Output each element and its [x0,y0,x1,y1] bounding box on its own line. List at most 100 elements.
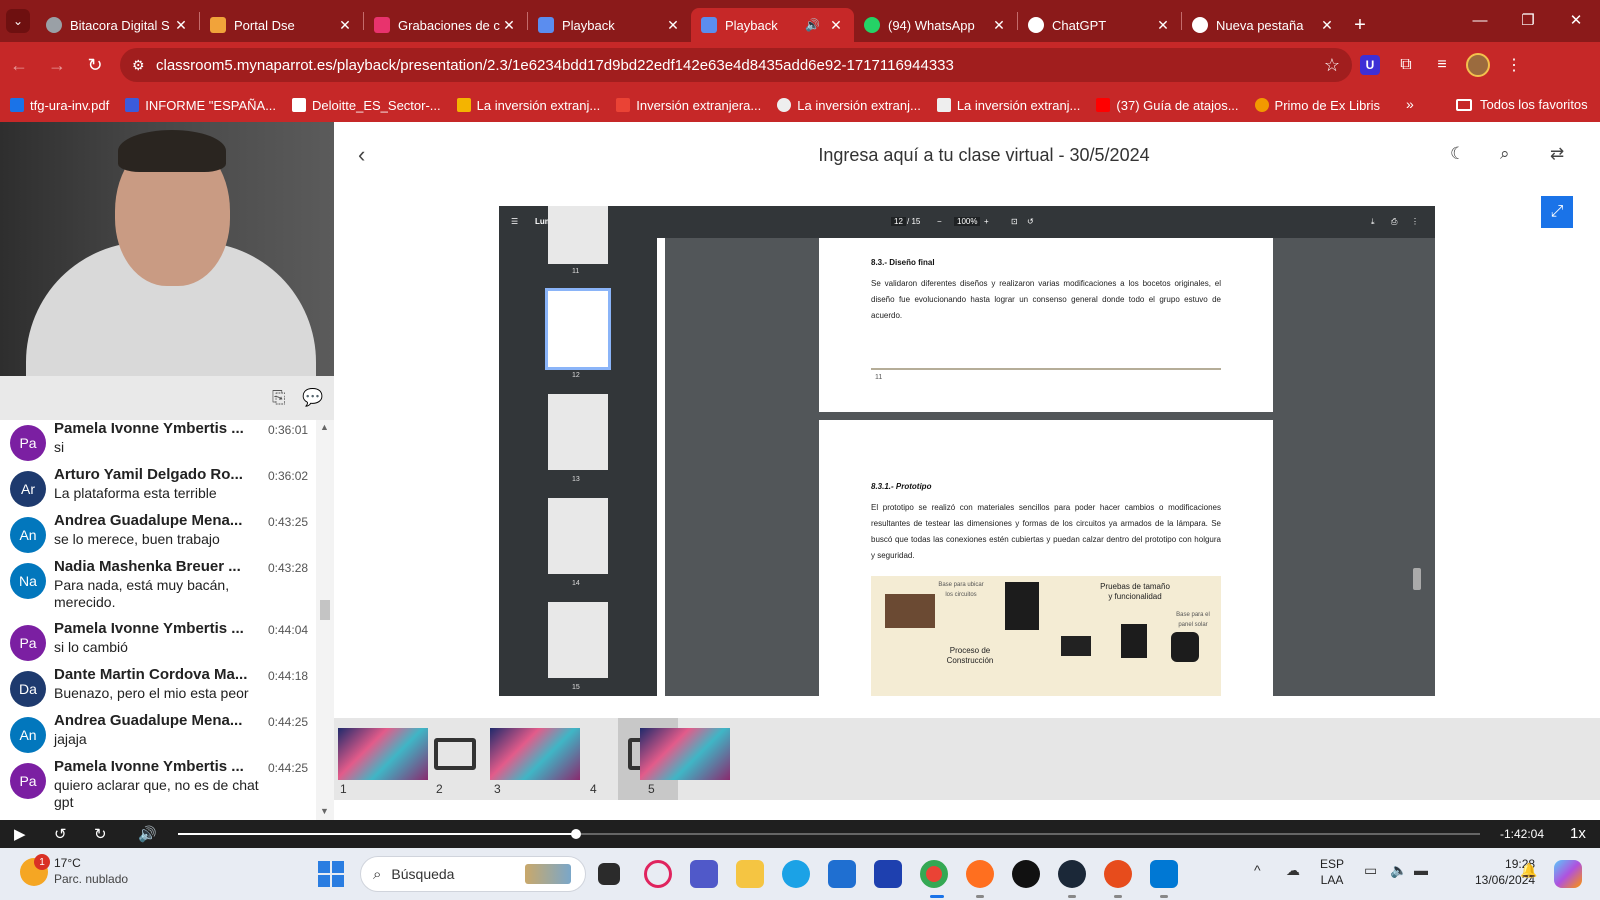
chrome-icon[interactable] [920,860,948,888]
scroll-up-icon[interactable]: ▲ [320,422,329,432]
message-time[interactable]: 0:43:25 [268,515,308,529]
minimize-icon[interactable]: — [1456,0,1504,40]
bookmark-item[interactable]: Primo de Ex Libris [1254,98,1380,113]
fullscreen-button[interactable]: ⤢ [1541,196,1573,228]
bookmark-item[interactable]: La inversión extranj... [456,98,600,113]
forward-icon[interactable]: ↻ [94,825,107,843]
copilot-icon[interactable] [1554,860,1582,888]
tab-5-active[interactable]: Playback 🔊 ✕ [691,8,854,42]
tab-1[interactable]: Bitacora Digital S ✕ [36,8,199,42]
bookmark-item[interactable]: tfg-ura-inv.pdf [10,98,109,113]
vscode-icon[interactable] [1150,860,1178,888]
network-icon[interactable]: ▭ [1364,862,1377,879]
volume-tray-icon[interactable]: 🔈 [1390,862,1407,879]
store-icon[interactable] [828,860,856,888]
message-time[interactable]: 0:44:04 [268,623,308,637]
extensions-icon[interactable]: ⧉ [1388,47,1424,83]
battery-icon[interactable]: ▬ [1414,862,1428,878]
restore-icon[interactable]: ❐ [1504,0,1552,40]
media-control-icon[interactable]: ≡ [1424,47,1460,83]
slide-thumbnail-1[interactable] [338,728,428,780]
bookmark-item[interactable]: INFORME "ESPAÑA... [125,98,276,113]
windows-start-button[interactable] [318,861,344,887]
url-field[interactable]: ⚙ classroom5.mynaparrot.es/playback/pres… [120,48,1352,82]
message-time[interactable]: 0:36:01 [268,423,308,437]
pen-app-icon[interactable] [874,860,902,888]
close-icon[interactable]: ✕ [1155,17,1171,34]
close-icon[interactable]: ✕ [991,17,1007,34]
reload-icon[interactable]: ↻ [76,47,114,83]
scrollbar-thumb[interactable] [320,600,330,620]
pdf-thumbnails: 11 12 13 14 15 [499,206,661,696]
onedrive-icon[interactable]: ☁ [1286,862,1300,879]
firefox-icon[interactable] [966,860,994,888]
rewind-icon[interactable]: ↺ [54,825,67,843]
opera-icon[interactable] [644,860,672,888]
slide-thumbnail-5[interactable] [640,728,730,780]
message-time[interactable]: 0:44:25 [268,761,308,775]
bookmark-item[interactable]: La inversión extranj... [936,98,1080,113]
copy-icon[interactable]: ⎘ [272,388,292,408]
menu-icon[interactable]: ⋮ [1496,47,1532,83]
close-icon[interactable]: ✕ [337,17,353,34]
progress-knob[interactable] [571,829,582,839]
message-time[interactable]: 0:43:28 [268,561,308,575]
new-tab-button[interactable]: + [1345,8,1375,42]
webcam-video[interactable] [0,122,334,376]
task-view-icon[interactable] [598,863,620,885]
chat-icon[interactable]: 💬 [302,388,323,408]
tab-4[interactable]: Playback ✕ [528,8,691,42]
tab-7[interactable]: ChatGPT ✕ [1018,8,1181,42]
slide-thumbnail-2[interactable] [430,728,480,780]
volume-icon[interactable]: 🔊 [138,825,157,843]
tab-2[interactable]: Portal Dse ✕ [200,8,363,42]
chat-scrollbar[interactable]: ▲ ▼ [316,420,334,820]
language-indicator[interactable]: ESP LAA [1320,856,1344,888]
profile-avatar[interactable] [1460,47,1496,83]
bookmark-item[interactable]: Inversión extranjera... [616,98,761,113]
teams-icon[interactable] [690,860,718,888]
close-icon[interactable]: ✕ [1319,17,1335,34]
message-time[interactable]: 0:36:02 [268,469,308,483]
bookmark-item[interactable]: La inversión extranj... [777,98,921,113]
scroll-down-icon[interactable]: ▼ [320,806,329,816]
back-chevron-icon[interactable]: ‹ [358,142,365,168]
bookmark-item[interactable]: (37) Guía de atajos... [1096,98,1239,113]
search-icon[interactable]: ⌕ [1500,144,1510,164]
speaker-icon[interactable]: 🔊 [805,18,820,32]
site-settings-icon[interactable]: ⚙ [132,57,156,74]
tab-6[interactable]: (94) WhatsApp ✕ [854,8,1017,42]
back-icon[interactable]: ← [0,47,38,83]
play-icon[interactable]: ▶ [14,825,26,843]
taskbar-search[interactable]: ⌕ Búsqueda [360,856,586,892]
bookmark-star-icon[interactable]: ☆ [1324,55,1340,76]
message-time[interactable]: 0:44:25 [268,715,308,729]
slide-thumbnail-3[interactable] [490,728,580,780]
progress-track[interactable] [178,829,1480,839]
message-time[interactable]: 0:44:18 [268,669,308,683]
bookmark-favicon [936,98,951,112]
edge-icon[interactable] [782,860,810,888]
playback-speed[interactable]: 1x [1570,825,1586,842]
tab-3[interactable]: Grabaciones de c ✕ [364,8,527,42]
swap-layout-icon[interactable]: ⇄ [1550,144,1564,164]
close-icon[interactable]: ✕ [501,17,517,34]
file-explorer-icon[interactable] [736,860,764,888]
close-icon[interactable]: ✕ [173,17,189,34]
show-hidden-icons-chevron-icon[interactable]: ^ [1254,862,1261,878]
steam-icon[interactable] [1058,860,1086,888]
forward-icon[interactable]: → [38,47,76,83]
close-icon[interactable]: ✕ [828,17,844,34]
all-bookmarks-button[interactable]: Todos los favoritos [1456,97,1588,112]
tab-search-button[interactable]: ⌄ [0,0,36,42]
ea-icon[interactable] [1104,860,1132,888]
bookmarks-overflow-icon[interactable]: » [1406,96,1414,112]
dark-mode-icon[interactable]: ☾ [1450,144,1465,164]
bookmark-item[interactable]: Deloitte_ES_Sector-... [292,98,441,113]
close-icon[interactable]: ✕ [665,17,681,34]
close-window-icon[interactable]: ✕ [1552,0,1600,40]
notifications-bell-icon[interactable]: 🔔 [1520,862,1537,879]
tab-8[interactable]: Nueva pestaña ✕ [1182,8,1345,42]
ublock-extension[interactable]: U [1352,47,1388,83]
tiktok-icon[interactable] [1012,860,1040,888]
